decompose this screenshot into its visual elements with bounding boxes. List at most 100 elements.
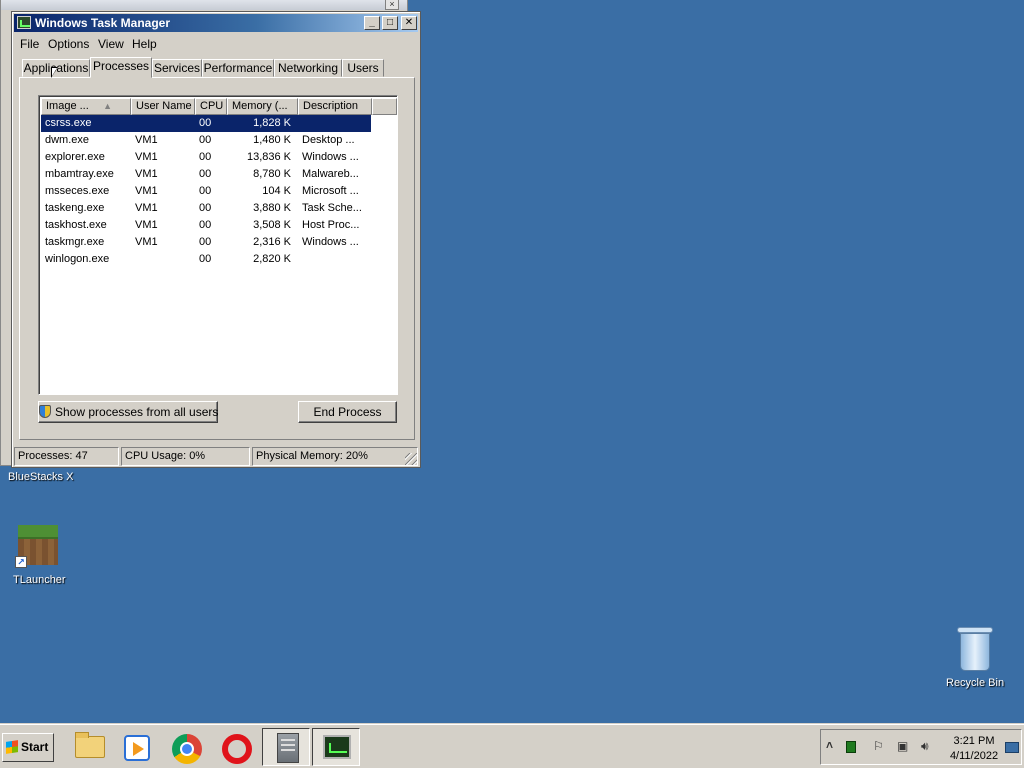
task-manager-window: Windows Task Manager _ □ ✕ File Options … — [11, 11, 421, 468]
clock-date[interactable]: 4/11/2022 — [939, 750, 1009, 762]
network-activity-icon[interactable] — [846, 741, 856, 753]
tab-networking[interactable]: Networking — [274, 59, 342, 77]
title-bar[interactable]: Windows Task Manager _ □ ✕ — [14, 14, 418, 32]
system-tray: ˄ ⚐ ▣ 🔊︎ 3:21 PM 4/11/2022 — [820, 729, 1022, 765]
process-memory: 104 K — [262, 185, 291, 197]
tab-users[interactable]: Users — [342, 59, 384, 77]
process-image-name: taskmgr.exe — [45, 236, 105, 248]
process-row[interactable]: mbamtray.exe VM1 00 8,780 K Malwareb... — [41, 166, 371, 183]
tab-processes[interactable]: Processes — [90, 57, 152, 78]
action-center-flag-icon[interactable]: ⚐ — [873, 740, 884, 752]
uac-shield-icon — [39, 405, 51, 418]
clock-time[interactable]: 3:21 PM — [939, 735, 1009, 747]
process-memory: 1,480 K — [253, 134, 291, 146]
desktop-icon-bluestacks[interactable]: BlueStacks X — [8, 471, 73, 483]
process-image-name: mbamtray.exe — [45, 168, 114, 180]
process-description: Windows ... — [302, 236, 359, 248]
column-image-name[interactable]: Image ... ▲ — [41, 98, 131, 115]
process-list-header: Image ... ▲ User Name CPU Memory (... Des… — [41, 98, 397, 115]
task-manager-app-icon — [17, 16, 31, 29]
process-row[interactable]: dwm.exe VM1 00 1,480 K Desktop ... — [41, 132, 371, 149]
show-hidden-icons-chevron-icon[interactable]: ˄ — [826, 739, 833, 751]
process-description: Desktop ... — [302, 134, 355, 146]
tab-services[interactable]: Services — [152, 59, 202, 77]
tab-performance[interactable]: Performance — [202, 59, 274, 77]
process-row[interactable]: taskeng.exe VM1 00 3,880 K Task Sche... — [41, 200, 371, 217]
process-row[interactable]: msseces.exe VM1 00 104 K Microsoft ... — [41, 183, 371, 200]
opera-icon — [222, 734, 252, 764]
process-image-name: msseces.exe — [45, 185, 110, 197]
recycle-bin-icon[interactable] — [957, 627, 993, 671]
show-desktop-icon[interactable] — [1005, 742, 1019, 753]
desktop-icon-recycle-bin[interactable]: Recycle Bin — [946, 677, 1004, 689]
desktop-icon-tlauncher[interactable]: TLauncher — [13, 574, 66, 586]
process-memory: 1,828 K — [253, 117, 291, 129]
process-user-name: VM1 — [135, 202, 158, 214]
taskbar-opera-button[interactable] — [214, 728, 262, 766]
taskbar-explorer-button[interactable] — [62, 728, 110, 766]
end-process-button[interactable]: End Process — [298, 401, 397, 423]
process-image-name: taskeng.exe — [45, 202, 105, 214]
process-description: Host Proc... — [302, 219, 360, 231]
process-description: Malwareb... — [302, 168, 359, 180]
process-user-name: VM1 — [135, 151, 158, 163]
taskbar-media-player-button[interactable] — [110, 728, 158, 766]
column-user-name[interactable]: User Name — [131, 98, 195, 115]
background-window-close-icon[interactable]: × — [385, 0, 399, 10]
show-all-processes-label: Show processes from all users — [55, 405, 219, 419]
process-description: Microsoft ... — [302, 185, 359, 197]
process-user-name: VM1 — [135, 236, 158, 248]
process-cpu: 00 — [199, 134, 212, 146]
menu-file[interactable]: File — [20, 37, 39, 51]
taskbar-server-manager-button[interactable] — [262, 728, 310, 766]
process-row[interactable]: taskhost.exe VM1 00 3,508 K Host Proc... — [41, 217, 371, 234]
start-button[interactable]: Start — [2, 733, 54, 762]
window-title: Windows Task Manager — [35, 16, 171, 30]
menu-bar: File Options View Help — [14, 34, 418, 52]
process-description: Task Sche... — [302, 202, 362, 214]
shortcut-arrow-icon: ↗ — [15, 556, 27, 568]
process-memory: 2,820 K — [253, 253, 291, 265]
taskbar-task-manager-button[interactable] — [312, 728, 360, 766]
process-row[interactable]: explorer.exe VM1 00 13,836 K Windows ... — [41, 149, 371, 166]
process-row[interactable]: winlogon.exe 00 2,820 K — [41, 251, 371, 268]
menu-options[interactable]: Options — [48, 37, 89, 51]
maximize-button[interactable]: □ — [382, 16, 398, 30]
process-user-name: VM1 — [135, 134, 158, 146]
status-physical-memory: Physical Memory: 20% — [252, 447, 418, 466]
background-window-titlebar — [1, 0, 407, 10]
taskbar-chrome-button[interactable] — [162, 728, 210, 766]
process-cpu: 00 — [199, 236, 212, 248]
close-button[interactable]: ✕ — [401, 16, 417, 30]
minimize-button[interactable]: _ — [364, 16, 380, 30]
process-image-name: dwm.exe — [45, 134, 90, 146]
process-memory: 3,880 K — [253, 202, 291, 214]
process-cpu: 00 — [199, 185, 212, 197]
process-cpu: 00 — [199, 219, 212, 231]
resize-grip-icon[interactable] — [405, 453, 417, 465]
process-row[interactable]: csrss.exe 00 1,828 K — [41, 115, 371, 132]
column-memory[interactable]: Memory (... — [227, 98, 298, 115]
process-cpu: 00 — [199, 202, 212, 214]
volume-icon[interactable]: 🔊︎ — [921, 740, 929, 752]
show-all-processes-button[interactable]: Show processes from all users — [38, 401, 218, 423]
column-description[interactable]: Description — [298, 98, 372, 115]
network-icon[interactable]: ▣ — [897, 740, 908, 752]
sort-ascending-icon: ▲ — [103, 101, 112, 111]
menu-view[interactable]: View — [98, 37, 124, 51]
process-memory: 8,780 K — [253, 168, 291, 180]
process-image-name: taskhost.exe — [45, 219, 107, 231]
taskbar: Start ˄ ⚐ ▣ 🔊︎ 3:21 PM 4/11/2022 — [0, 724, 1024, 768]
menu-help[interactable]: Help — [132, 37, 157, 51]
column-cpu[interactable]: CPU — [195, 98, 227, 115]
process-list[interactable]: Image ... ▲ User Name CPU Memory (... Des… — [38, 95, 398, 395]
process-memory: 2,316 K — [253, 236, 291, 248]
mouse-cursor-icon — [51, 67, 58, 78]
process-cpu: 00 — [199, 168, 212, 180]
process-user-name: VM1 — [135, 168, 158, 180]
process-row[interactable]: taskmgr.exe VM1 00 2,316 K Windows ... — [41, 234, 371, 251]
server-icon — [277, 733, 299, 763]
windows-logo-icon — [6, 740, 18, 754]
folder-icon — [75, 732, 105, 758]
process-cpu: 00 — [199, 117, 212, 129]
